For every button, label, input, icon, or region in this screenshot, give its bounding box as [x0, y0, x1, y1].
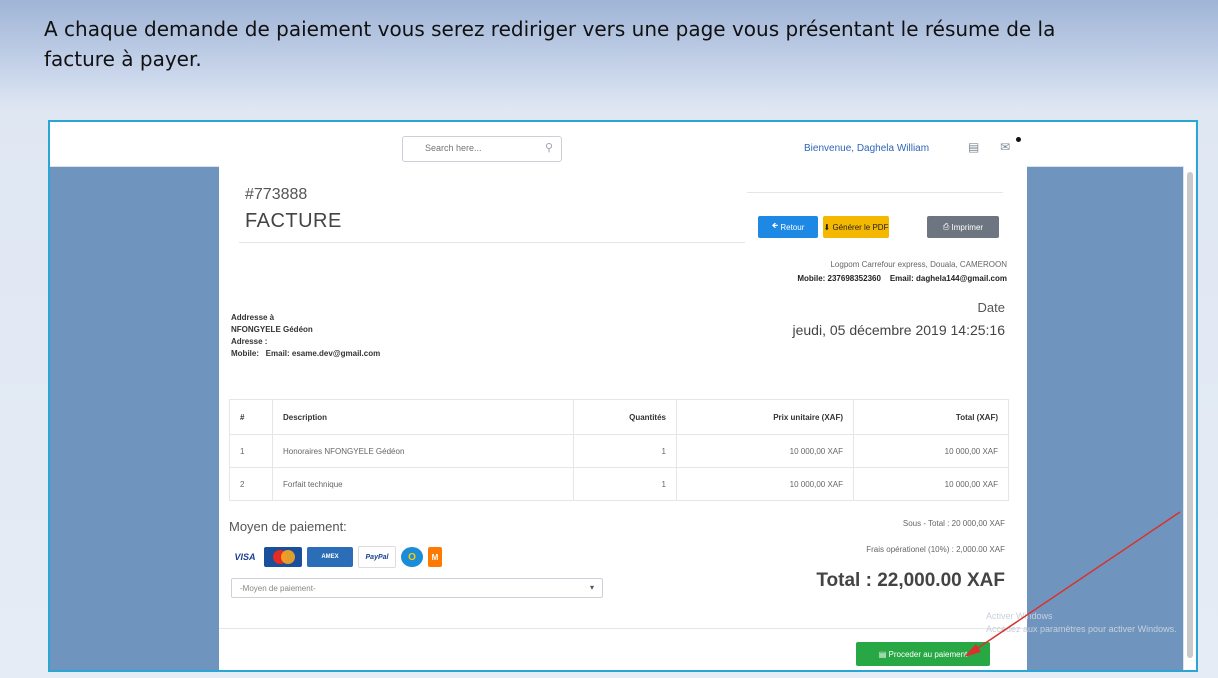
annotation-arrow — [964, 511, 1181, 657]
annotation-arrow-line — [971, 511, 1181, 653]
annotation-arrow-head — [964, 644, 981, 657]
